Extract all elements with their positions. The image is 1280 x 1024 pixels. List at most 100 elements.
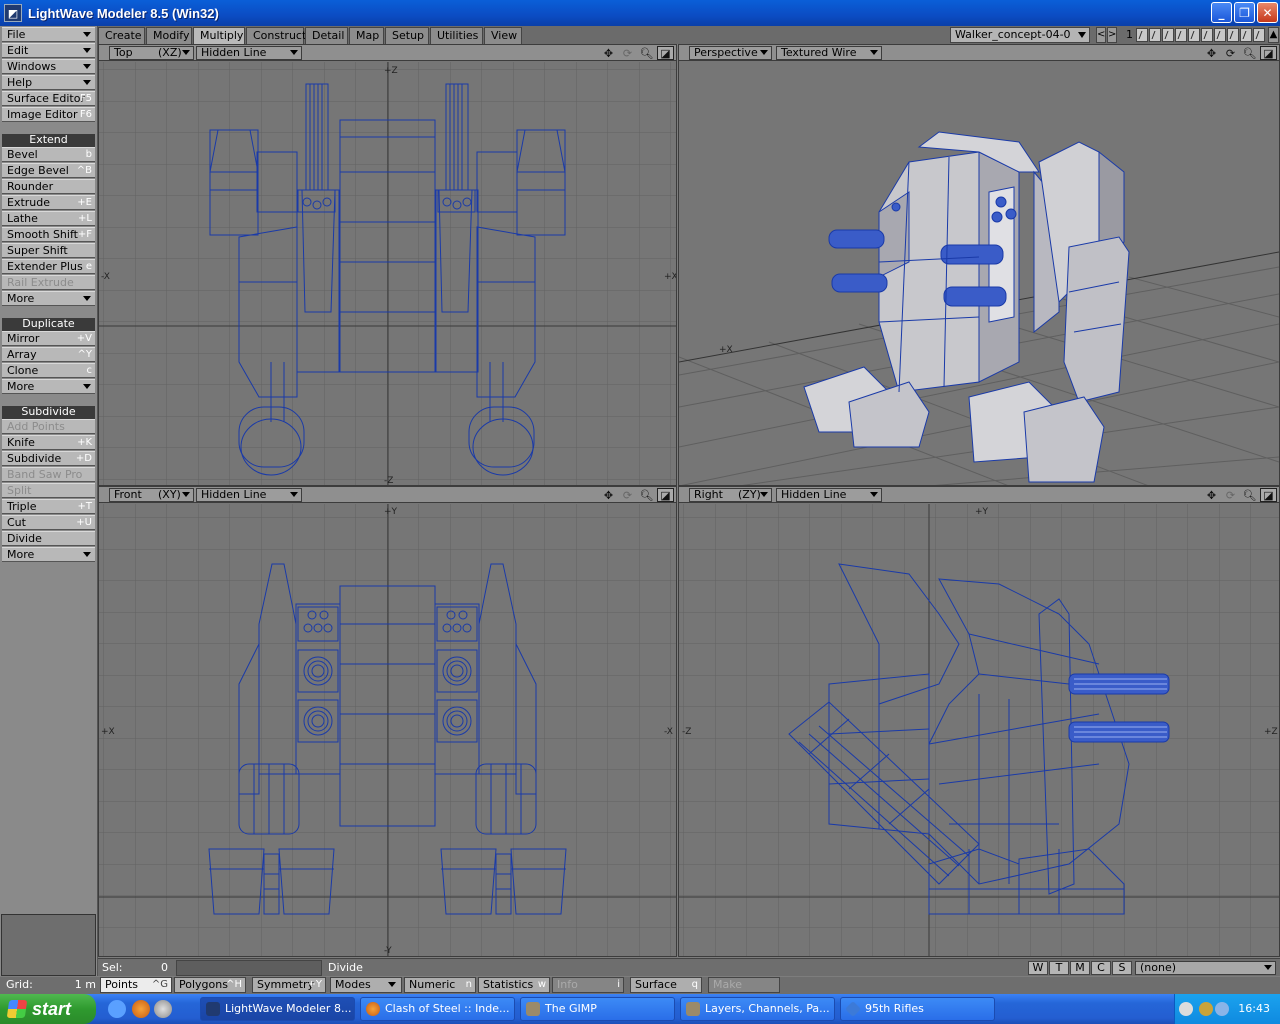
- object-selector[interactable]: Walker_concept-04-0 ...*: [950, 27, 1090, 55]
- tab-create[interactable]: Create: [98, 27, 145, 44]
- tab-multiply[interactable]: Multiply: [193, 27, 245, 44]
- tab-detail[interactable]: Detail: [305, 27, 348, 44]
- view-s-toggle[interactable]: S: [1112, 961, 1132, 975]
- layer-button[interactable]: [1253, 28, 1265, 42]
- viewport-canvas[interactable]: +Y -Y +X -X: [99, 504, 676, 956]
- task-95th-rifles[interactable]: 95th Rifles: [840, 997, 995, 1021]
- viewport-canvas[interactable]: +Z -Z -X +X: [99, 62, 676, 485]
- tray-expand-icon[interactable]: [1179, 1002, 1193, 1016]
- task-lightwave[interactable]: LightWave Modeler 8...: [200, 997, 355, 1021]
- triple-button[interactable]: Triple +T: [2, 499, 95, 514]
- view-type-select[interactable]: Front (XY): [109, 488, 194, 502]
- polygons-mode-button[interactable]: Polygons ^H: [174, 977, 246, 993]
- duplicate-more-button[interactable]: More: [2, 379, 95, 394]
- extender-plus-button[interactable]: Extender Plus e: [2, 259, 95, 274]
- surface-button[interactable]: Surface q: [630, 977, 702, 993]
- prev-object-button[interactable]: <: [1096, 27, 1106, 43]
- view-c-toggle[interactable]: C: [1091, 961, 1111, 975]
- viewport-front[interactable]: Front (XY) Hidden Line ✥ ⟳ 🔍︎ ◪ +Y -Y +X …: [98, 486, 677, 957]
- task-gimp[interactable]: The GIMP: [520, 997, 675, 1021]
- zoom-icon[interactable]: 🔍︎: [638, 46, 655, 60]
- layer-button[interactable]: [1149, 28, 1161, 42]
- subdivide-button[interactable]: Subdivide +D: [2, 451, 95, 466]
- surface-select[interactable]: (none): [1135, 961, 1276, 975]
- view-m-toggle[interactable]: M: [1070, 961, 1090, 975]
- extend-more-button[interactable]: More: [2, 291, 95, 306]
- move-view-icon[interactable]: ✥: [600, 46, 617, 60]
- knife-button[interactable]: Knife +K: [2, 435, 95, 450]
- super-shift-button[interactable]: Super Shift: [2, 243, 95, 258]
- viewport-top[interactable]: Top (XZ) Hidden Line ✥ ⟳ 🔍︎ ◪ +Z -Z -X +X: [98, 44, 677, 486]
- minimize-button[interactable]: _: [1211, 2, 1232, 23]
- render-mode-select[interactable]: Hidden Line: [196, 46, 302, 60]
- symmetry-toggle[interactable]: Symmetry +Y: [252, 977, 326, 993]
- rounder-button[interactable]: Rounder: [2, 179, 95, 194]
- image-editor-button[interactable]: Image Editor F6: [2, 107, 95, 122]
- view-type-select[interactable]: Right (ZY): [689, 488, 772, 502]
- maximize-viewport-icon[interactable]: ◪: [1260, 488, 1277, 502]
- show-desktop-icon[interactable]: [108, 1000, 126, 1018]
- maximize-button[interactable]: ❐: [1234, 2, 1255, 23]
- move-view-icon[interactable]: ✥: [1203, 46, 1220, 60]
- zoom-icon[interactable]: 🔍︎: [1241, 488, 1258, 502]
- zoom-icon[interactable]: 🔍︎: [1241, 46, 1258, 60]
- layer-button[interactable]: [1175, 28, 1187, 42]
- tab-map[interactable]: Map: [349, 27, 384, 44]
- bevel-button[interactable]: Bevel b: [2, 147, 95, 162]
- surface-editor-button[interactable]: Surface Editor F5: [2, 91, 95, 106]
- render-mode-select[interactable]: Hidden Line: [776, 488, 882, 502]
- view-w-toggle[interactable]: W: [1028, 961, 1048, 975]
- band-saw-pro-button[interactable]: Band Saw Pro: [2, 467, 95, 482]
- edge-bevel-button[interactable]: Edge Bevel ^B: [2, 163, 95, 178]
- layer-button[interactable]: [1188, 28, 1200, 42]
- move-view-icon[interactable]: ✥: [600, 488, 617, 502]
- help-menu[interactable]: Help: [2, 75, 95, 90]
- tab-setup[interactable]: Setup: [385, 27, 429, 44]
- windows-menu[interactable]: Windows: [2, 59, 95, 74]
- layer-button[interactable]: [1136, 28, 1148, 42]
- extrude-button[interactable]: Extrude +E: [2, 195, 95, 210]
- tray-app-icon[interactable]: [1215, 1002, 1229, 1016]
- info-button[interactable]: Info i: [552, 977, 624, 993]
- array-button[interactable]: Array ^Y: [2, 347, 95, 362]
- add-points-button[interactable]: Add Points: [2, 419, 95, 434]
- tab-view[interactable]: View: [484, 27, 522, 44]
- rotate-view-icon[interactable]: ⟳: [619, 488, 636, 502]
- cut-button[interactable]: Cut +U: [2, 515, 95, 530]
- layer-scroll-button[interactable]: ▲: [1268, 27, 1279, 43]
- start-button[interactable]: start: [0, 994, 96, 1024]
- rail-extrude-button[interactable]: Rail Extrude: [2, 275, 95, 290]
- viewport-canvas[interactable]: +X: [679, 62, 1279, 485]
- firefox-icon[interactable]: [132, 1000, 150, 1018]
- view-type-select[interactable]: Perspective: [689, 46, 772, 60]
- view-type-select[interactable]: Top (XZ): [109, 46, 194, 60]
- maximize-viewport-icon[interactable]: ◪: [657, 488, 674, 502]
- rotate-view-icon[interactable]: ⟳: [619, 46, 636, 60]
- move-view-icon[interactable]: ✥: [1203, 488, 1220, 502]
- points-mode-button[interactable]: Points ^G: [100, 977, 172, 993]
- viewport-canvas[interactable]: +Y -Z +Z: [679, 504, 1279, 956]
- next-object-button[interactable]: >: [1107, 27, 1117, 43]
- layer-button[interactable]: [1214, 28, 1226, 42]
- tab-modify[interactable]: Modify: [146, 27, 192, 44]
- maximize-viewport-icon[interactable]: ◪: [657, 46, 674, 60]
- task-firefox[interactable]: Clash of Steel :: Inde...: [360, 997, 515, 1021]
- rotate-view-icon[interactable]: ⟳: [1222, 488, 1239, 502]
- viewport-perspective[interactable]: Perspective Textured Wire ✥ ⟳ 🔍︎ ◪ +X: [678, 44, 1280, 486]
- file-menu[interactable]: File: [2, 27, 95, 42]
- statistics-button[interactable]: Statistics w: [478, 977, 550, 993]
- close-button[interactable]: ✕: [1257, 2, 1278, 23]
- layer-button[interactable]: [1240, 28, 1252, 42]
- zoom-icon[interactable]: 🔍︎: [638, 488, 655, 502]
- view-t-toggle[interactable]: T: [1049, 961, 1069, 975]
- tab-utilities[interactable]: Utilities: [430, 27, 483, 44]
- task-gimp-layers[interactable]: Layers, Channels, Pa...: [680, 997, 835, 1021]
- viewport-right[interactable]: Right (ZY) Hidden Line ✥ ⟳ 🔍︎ ◪ +Y -Z +Z: [678, 486, 1280, 957]
- tab-construct[interactable]: Construct: [246, 27, 306, 44]
- smooth-shift-button[interactable]: Smooth Shift +F: [2, 227, 95, 242]
- rotate-view-icon[interactable]: ⟳: [1222, 46, 1239, 60]
- lathe-button[interactable]: Lathe +L: [2, 211, 95, 226]
- render-mode-select[interactable]: Textured Wire: [776, 46, 882, 60]
- modes-menu[interactable]: Modes: [330, 977, 402, 993]
- subdivide-more-button[interactable]: More: [2, 547, 95, 562]
